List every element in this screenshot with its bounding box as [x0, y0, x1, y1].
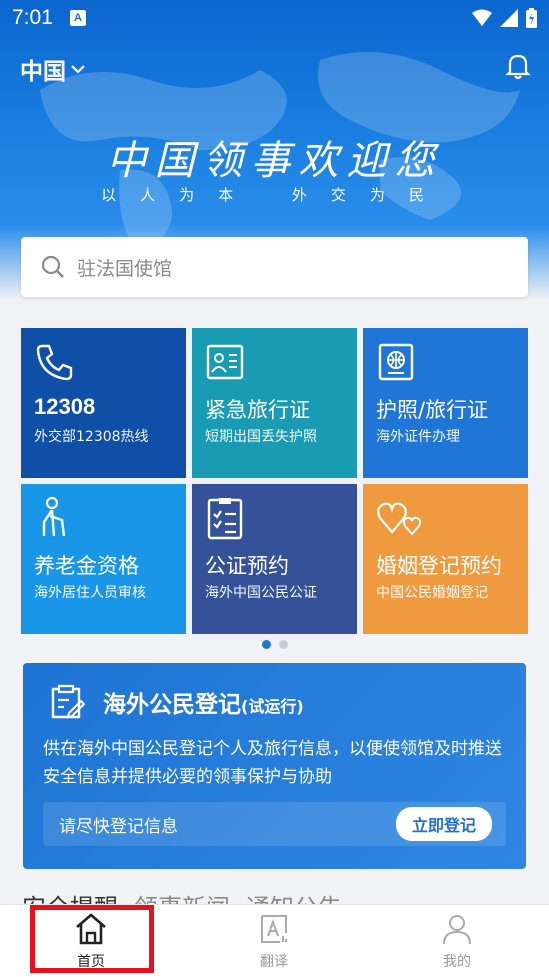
registration-title: 海外公民登记: [103, 692, 241, 718]
tile-notarization[interactable]: 公证预约 海外中国公民公证: [192, 484, 357, 634]
id-card-icon: [206, 344, 244, 380]
tile-subtitle: 海外证件办理: [376, 429, 460, 445]
phone-icon: [36, 344, 73, 381]
hero-title: 中国领事欢迎您: [106, 138, 443, 184]
hero-subtitle: 以人为本 外交为民: [0, 184, 549, 205]
register-now-button[interactable]: 立即登记: [395, 807, 492, 841]
search-input[interactable]: 驻法国使馆: [21, 237, 528, 297]
signal-icon: [500, 9, 518, 27]
carousel-dot-active[interactable]: [261, 640, 271, 649]
hearts-icon: [377, 502, 422, 536]
citizen-registration-card[interactable]: 海外公民登记(试运行) 供在海外中国公民登记个人及旅行信息，以便使领馆及时推送安…: [23, 663, 526, 869]
registration-header: 海外公民登记(试运行): [47, 683, 304, 721]
tile-marriage[interactable]: 婚姻登记预约 中国公民婚姻登记: [363, 484, 528, 634]
translate-icon: [261, 915, 287, 943]
registration-description: 供在海外中国公民登记个人及旅行信息，以便使领馆及时推送安全信息并提供必要的领事保…: [43, 739, 502, 787]
tile-subtitle: 海外中国公民公证: [205, 585, 317, 601]
battery-icon: [526, 8, 537, 28]
registration-prompt: 请尽快登记信息: [59, 816, 178, 837]
elderly-icon: [42, 496, 66, 537]
tile-hotline[interactable]: 12308 外交部12308热线: [21, 328, 186, 478]
registration-tag: (试运行): [241, 697, 304, 716]
status-icons: [472, 8, 537, 28]
tile-subtitle: 短期出国丢失护照: [205, 429, 317, 445]
hero-subtitle-right: 外交为民: [291, 186, 448, 204]
tile-subtitle: 中国公民婚姻登记: [376, 585, 488, 601]
wifi-icon: [472, 9, 492, 26]
tab-label: 我的: [443, 954, 471, 970]
tab-label: 翻译: [260, 954, 288, 970]
tab-profile[interactable]: 我的: [397, 913, 517, 971]
tile-title: 养老金资格: [34, 554, 139, 578]
carousel-indicator: [0, 640, 549, 649]
tile-title: 护照/旅行证: [376, 398, 489, 422]
service-grid: 12308 外交部12308热线 紧急旅行证 短期出国丢失护照 护照/旅行证 海…: [21, 328, 528, 634]
tile-pension[interactable]: 养老金资格 海外居住人员审核: [21, 484, 186, 634]
carousel-dot[interactable]: [278, 640, 288, 649]
search-icon: [41, 255, 64, 278]
tab-translate[interactable]: 翻译: [214, 913, 334, 971]
tile-subtitle: 海外居住人员审核: [34, 585, 146, 601]
region-label: 中国: [20, 59, 66, 85]
search-placeholder: 驻法国使馆: [77, 257, 173, 280]
tile-emergency-travel-doc[interactable]: 紧急旅行证 短期出国丢失护照: [192, 328, 357, 478]
profile-icon: [443, 915, 471, 945]
status-time: 7:01: [12, 6, 53, 29]
chevron-down-icon: [71, 65, 85, 74]
tile-passport[interactable]: 护照/旅行证 海外证件办理: [363, 328, 528, 478]
checklist-icon: [207, 498, 243, 540]
tile-title: 公证预约: [205, 554, 289, 578]
tile-subtitle: 外交部12308热线: [34, 429, 149, 445]
hero-subtitle-left: 以人为本: [101, 186, 258, 204]
highlight-box: [30, 905, 154, 973]
region-selector[interactable]: 中国: [20, 52, 86, 86]
passport-icon: [378, 343, 414, 381]
tile-title: 紧急旅行证: [205, 398, 310, 422]
app-notification-icon: A: [70, 10, 86, 26]
registration-prompt-bar: 请尽快登记信息 立即登记: [43, 802, 506, 846]
tile-title: 12308: [34, 394, 96, 419]
register-form-icon: [51, 684, 85, 719]
tile-title: 婚姻登记预约: [376, 554, 502, 578]
status-bar: 7:01 A: [0, 0, 549, 40]
bell-icon[interactable]: [505, 52, 531, 80]
